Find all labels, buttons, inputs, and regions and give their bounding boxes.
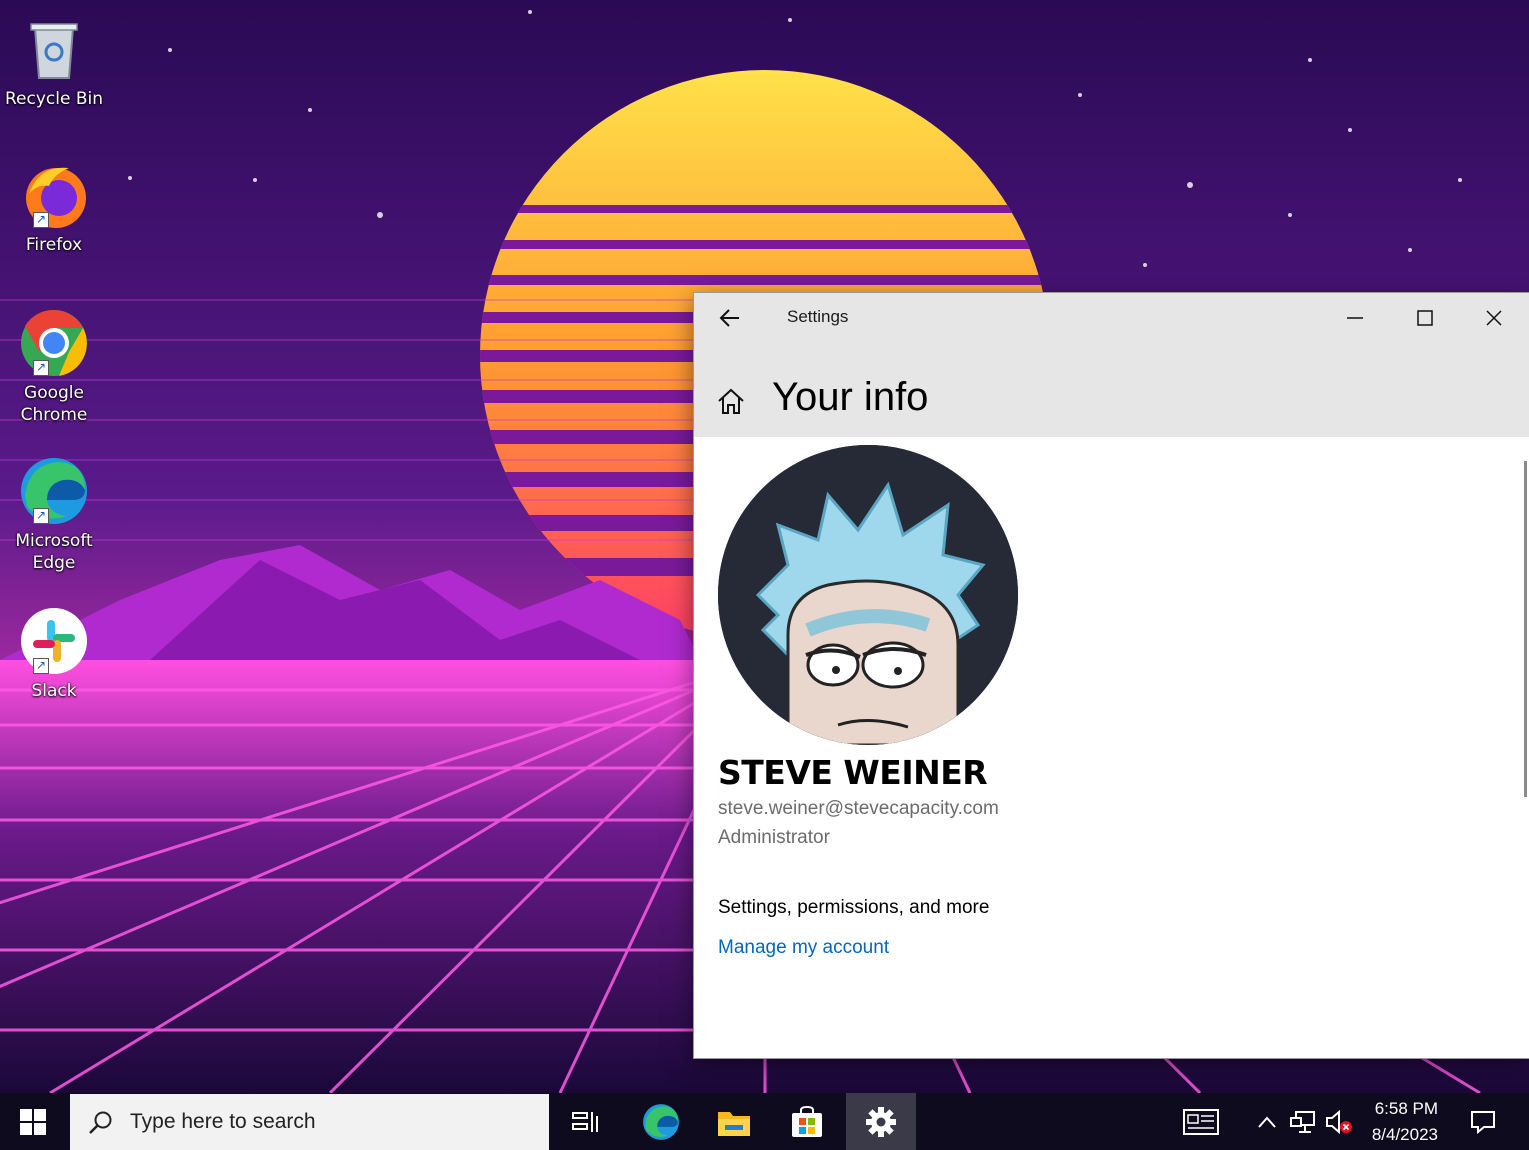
edge-icon <box>643 1103 679 1140</box>
minimize-button[interactable] <box>1321 293 1389 343</box>
clock-time[interactable]: 6:58 PM <box>1338 1099 1438 1119</box>
taskbar-settings[interactable] <box>846 1093 916 1150</box>
desktop-icon-recycle-bin[interactable]: Recycle Bin <box>4 14 104 110</box>
start-button[interactable] <box>0 1093 66 1150</box>
file-explorer-icon <box>718 1111 750 1136</box>
windows-logo-icon <box>20 1108 46 1135</box>
page-title: Your info <box>772 375 929 419</box>
recycle-bin-icon <box>19 14 89 84</box>
settings-titlebar: Settings Your info <box>694 293 1529 437</box>
taskbar-file-explorer[interactable] <box>699 1093 769 1150</box>
task-view-icon <box>572 1111 598 1132</box>
desktop-icon-label: Recycle Bin <box>4 89 103 109</box>
window-title: Settings <box>787 307 849 326</box>
notification-icon <box>1471 1110 1495 1134</box>
user-display-name: STEVE WEINER <box>718 753 988 792</box>
shortcut-arrow-icon: ↗ <box>33 212 49 228</box>
maximize-button[interactable] <box>1391 293 1459 343</box>
user-role: Administrator <box>718 827 830 848</box>
minimize-icon <box>1347 317 1363 319</box>
chevron-up-icon <box>1258 1115 1276 1128</box>
manage-account-link[interactable]: Manage my account <box>718 937 889 959</box>
desktop-icon-label: Google Chrome <box>20 383 88 425</box>
close-icon <box>1486 310 1502 326</box>
shortcut-arrow-icon: ↗ <box>33 360 49 376</box>
desktop-icon-firefox[interactable]: ↗ Firefox <box>4 160 104 256</box>
desktop-icon-label: Firefox <box>25 235 83 255</box>
search-placeholder: Type here to search <box>130 1110 316 1133</box>
network-icon <box>1290 1110 1315 1133</box>
back-button[interactable] <box>696 293 764 343</box>
section-heading: Settings, permissions, and more <box>718 897 990 918</box>
taskbar-edge[interactable] <box>626 1093 696 1150</box>
news-widget-button[interactable] <box>1166 1093 1236 1150</box>
shortcut-arrow-icon: ↗ <box>33 658 49 674</box>
show-hidden-icons-button[interactable] <box>1250 1093 1284 1150</box>
scrollbar[interactable] <box>1524 461 1527 797</box>
microsoft-store-icon <box>792 1105 822 1137</box>
clock-date[interactable]: 8/4/2023 <box>1338 1125 1438 1145</box>
maximize-icon <box>1417 310 1433 326</box>
close-button[interactable] <box>1460 293 1528 343</box>
search-icon <box>89 1111 112 1134</box>
network-button[interactable] <box>1286 1093 1320 1150</box>
home-icon[interactable] <box>716 387 746 419</box>
settings-gear-icon <box>866 1106 896 1137</box>
desktop-icon-slack[interactable]: ↗ Slack <box>4 606 104 702</box>
avatar <box>718 445 1018 745</box>
desktop-icon-label: Slack <box>31 681 77 701</box>
slack-icon: ↗ <box>19 606 89 676</box>
desktop-icon-label: Microsoft Edge <box>15 531 93 573</box>
desktop-icon-edge[interactable]: ↗ Microsoft Edge <box>4 456 104 574</box>
settings-window: Settings Your info STEVE WEINER steve.we… <box>694 293 1529 1058</box>
taskbar-search-box[interactable]: Type here to search <box>70 1094 549 1150</box>
taskbar-microsoft-store[interactable] <box>772 1093 842 1150</box>
news-icon <box>1183 1108 1219 1135</box>
user-email: steve.weiner@stevecapacity.com <box>718 798 999 819</box>
action-center-button[interactable] <box>1452 1093 1514 1150</box>
firefox-icon: ↗ <box>19 160 89 230</box>
chrome-icon: ↗ <box>19 308 89 378</box>
edge-icon: ↗ <box>19 456 89 526</box>
shortcut-arrow-icon: ↗ <box>33 508 49 524</box>
taskbar: Type here to search 6:58 PM 8/4/2023 <box>0 1093 1529 1150</box>
task-view-button[interactable] <box>550 1093 620 1150</box>
back-arrow-icon <box>719 309 739 327</box>
desktop-icon-chrome[interactable]: ↗ Google Chrome <box>4 308 104 426</box>
